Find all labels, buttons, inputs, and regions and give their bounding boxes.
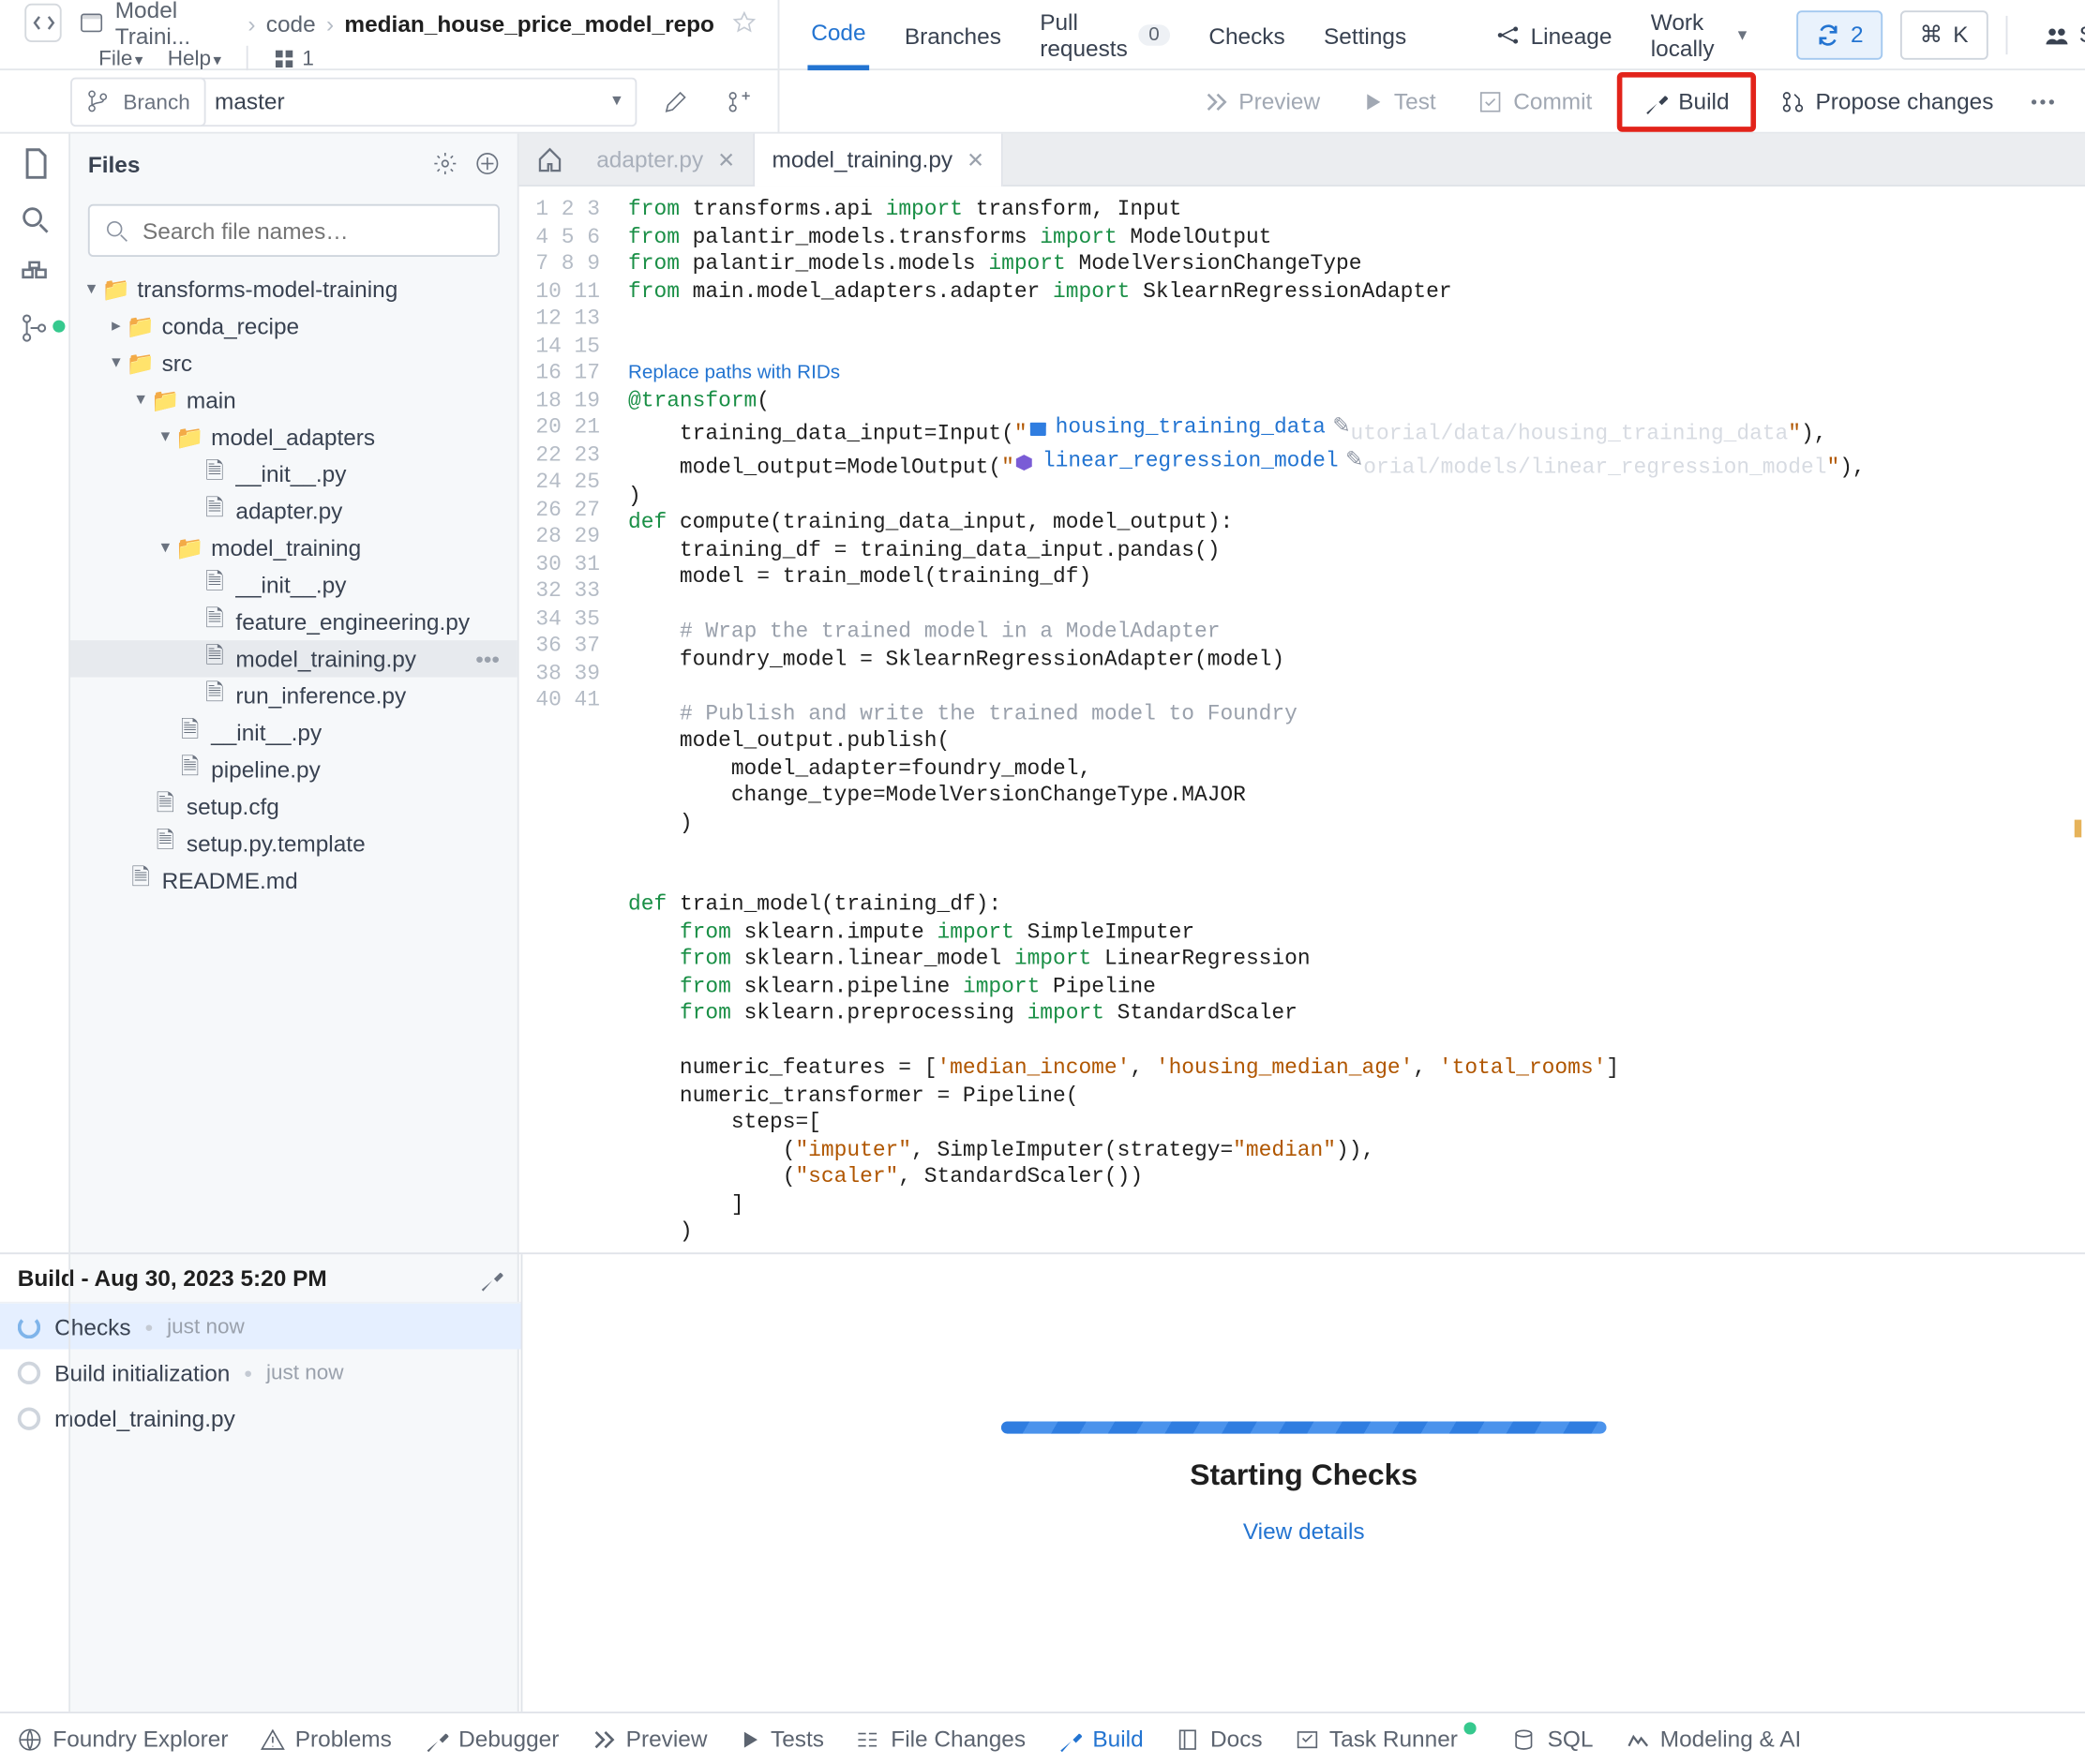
bottom-explorer[interactable]: Foundry Explorer [18, 1726, 229, 1752]
test-action[interactable]: Test [1344, 75, 1453, 127]
breadcrumb: Model Traini... › code › median_house_pr… [73, 0, 764, 50]
propose-changes-action[interactable]: Propose changes [1762, 75, 2011, 127]
bottom-file-changes[interactable]: File Changes [856, 1726, 1026, 1752]
branch-label: Branch [70, 77, 206, 127]
bottom-debugger[interactable]: Debugger [424, 1726, 560, 1752]
dataset-chip[interactable]: housing_training_data ✎ [1028, 415, 1351, 442]
tab-checks[interactable]: Checks [1206, 0, 1289, 70]
tab-settings[interactable]: Settings [1320, 0, 1410, 70]
build-task-file[interactable]: model_training.py [0, 1395, 521, 1441]
left-rail [0, 134, 70, 1712]
close-tab-icon[interactable]: ✕ [967, 147, 984, 172]
help-menu[interactable]: Help ▾ [168, 46, 221, 70]
file-tree: ▾📁transforms-model-training ▸📁conda_reci… [70, 271, 518, 899]
tab-code[interactable]: Code [807, 0, 869, 70]
file-search[interactable] [88, 204, 500, 257]
app-logo-icon[interactable] [24, 4, 62, 42]
hint-banner[interactable]: Replace paths with RIDs [628, 361, 840, 385]
breadcrumb-folder[interactable]: code [266, 9, 316, 36]
tree-folder[interactable]: ▾📁src [70, 345, 518, 381]
pencil-icon[interactable]: ✎ [1345, 449, 1363, 476]
tree-file[interactable]: 🗎feature_engineering.py [70, 604, 518, 640]
tree-file[interactable]: 🗎adapter.py [70, 493, 518, 530]
bottom-preview[interactable]: Preview [591, 1726, 707, 1752]
command-k-button[interactable]: ⌘K [1900, 9, 1988, 59]
bottom-problems[interactable]: Problems [260, 1726, 392, 1752]
home-tab-icon[interactable] [519, 133, 579, 186]
commit-action[interactable]: Commit [1461, 75, 1610, 127]
build-status-text: Starting Checks [1190, 1458, 1418, 1494]
breadcrumb-project[interactable]: Model Traini... [115, 0, 237, 50]
bottom-taskgerunner[interactable]: Task Runner [1294, 1726, 1480, 1752]
tree-folder[interactable]: ▾📁main [70, 381, 518, 418]
pencil-icon[interactable]: ✎ [1332, 415, 1350, 442]
file-search-input[interactable] [142, 217, 484, 244]
code-editor[interactable]: 1 2 3 4 5 6 7 8 9 10 11 12 13 14 15 16 1… [519, 187, 2085, 1252]
project-icon [80, 10, 104, 35]
bottom-build[interactable]: Build [1058, 1726, 1144, 1752]
tree-file[interactable]: 🗎__init__.py [70, 714, 518, 751]
tree-folder[interactable]: ▾📁transforms-model-training [70, 271, 518, 307]
tree-file[interactable]: 🗎pipeline.py [70, 751, 518, 787]
top-nav: Code Branches Pull requests0 Checks Sett… [779, 0, 1778, 70]
breadcrumb-repo[interactable]: median_house_price_model_repo [344, 9, 714, 36]
bottom-bar: Foundry Explorer Problems Debugger Previ… [0, 1712, 2085, 1764]
more-actions-icon[interactable] [2018, 87, 2068, 115]
edit-branch-icon[interactable] [651, 77, 700, 127]
branch-select[interactable]: master▾ [201, 77, 637, 127]
tab-lineage[interactable]: Lineage [1492, 0, 1615, 70]
tree-file[interactable]: 🗎setup.py.template [70, 825, 518, 861]
minimap-marker [2075, 820, 2082, 838]
tree-file[interactable]: 🗎setup.cfg [70, 788, 518, 825]
tree-folder[interactable]: ▾📁model_training [70, 530, 518, 566]
file-menu[interactable]: File ▾ [98, 46, 142, 70]
rail-search-icon[interactable] [20, 204, 50, 234]
tree-item-more-icon[interactable]: ••• [475, 646, 506, 672]
editor-tab-adapter[interactable]: adapter.py ✕ [578, 133, 754, 186]
tree-file-selected[interactable]: 🗎model_training.py••• [70, 640, 518, 677]
status-dot-icon [1464, 1722, 1477, 1734]
star-icon[interactable] [732, 10, 757, 35]
build-task-init[interactable]: Build initialization • just now [0, 1350, 521, 1396]
bottom-tests[interactable]: Tests [739, 1726, 824, 1752]
preview-action[interactable]: Preview [1186, 75, 1338, 127]
line-gutter: 1 2 3 4 5 6 7 8 9 10 11 12 13 14 15 16 1… [519, 187, 622, 1252]
close-tab-icon[interactable]: ✕ [717, 147, 735, 172]
share-button[interactable]: Share [2025, 9, 2085, 59]
code-content[interactable]: from transforms.api import transform, In… [622, 187, 2085, 1252]
tree-file[interactable]: 🗎README.md [70, 862, 518, 899]
tab-work-locally[interactable]: Work locally▾ [1647, 0, 1750, 70]
files-title: Files [88, 150, 141, 176]
view-details-link[interactable]: View details [1243, 1518, 1365, 1545]
bottom-modeling-ai[interactable]: Modeling & AI [1625, 1726, 1801, 1752]
tree-folder[interactable]: ▸📁conda_recipe [70, 307, 518, 344]
progress-bar [1001, 1421, 1607, 1433]
build-settings-icon[interactable] [478, 1265, 502, 1290]
sync-button[interactable]: 2 [1796, 9, 1882, 59]
files-add-icon[interactable] [475, 151, 500, 175]
editor-tab-model-training[interactable]: model_training.py ✕ [755, 133, 1004, 186]
build-action[interactable]: Build [1617, 71, 1756, 131]
rail-source-control-icon[interactable] [20, 313, 50, 343]
build-task-checks[interactable]: Checks • just now [0, 1304, 521, 1350]
tree-file[interactable]: 🗎__init__.py [70, 456, 518, 492]
tree-file[interactable]: 🗎run_inference.py [70, 678, 518, 714]
bottom-docs[interactable]: Docs [1175, 1726, 1262, 1752]
files-settings-icon[interactable] [433, 151, 458, 175]
collab-indicator[interactable]: 1 [272, 46, 313, 70]
rail-files-icon[interactable] [19, 148, 51, 180]
tree-file[interactable]: 🗎__init__.py [70, 566, 518, 603]
model-chip[interactable]: linear_regression_model ✎ [1014, 449, 1363, 476]
tree-folder[interactable]: ▾📁model_adapters [70, 419, 518, 456]
tab-pull-requests[interactable]: Pull requests0 [1036, 0, 1173, 70]
rail-packages-icon[interactable] [20, 259, 50, 289]
status-dot-icon [52, 321, 65, 333]
new-branch-icon[interactable] [714, 77, 764, 127]
bottom-sql[interactable]: SQL [1512, 1726, 1593, 1752]
tab-branches[interactable]: Branches [901, 0, 1005, 70]
